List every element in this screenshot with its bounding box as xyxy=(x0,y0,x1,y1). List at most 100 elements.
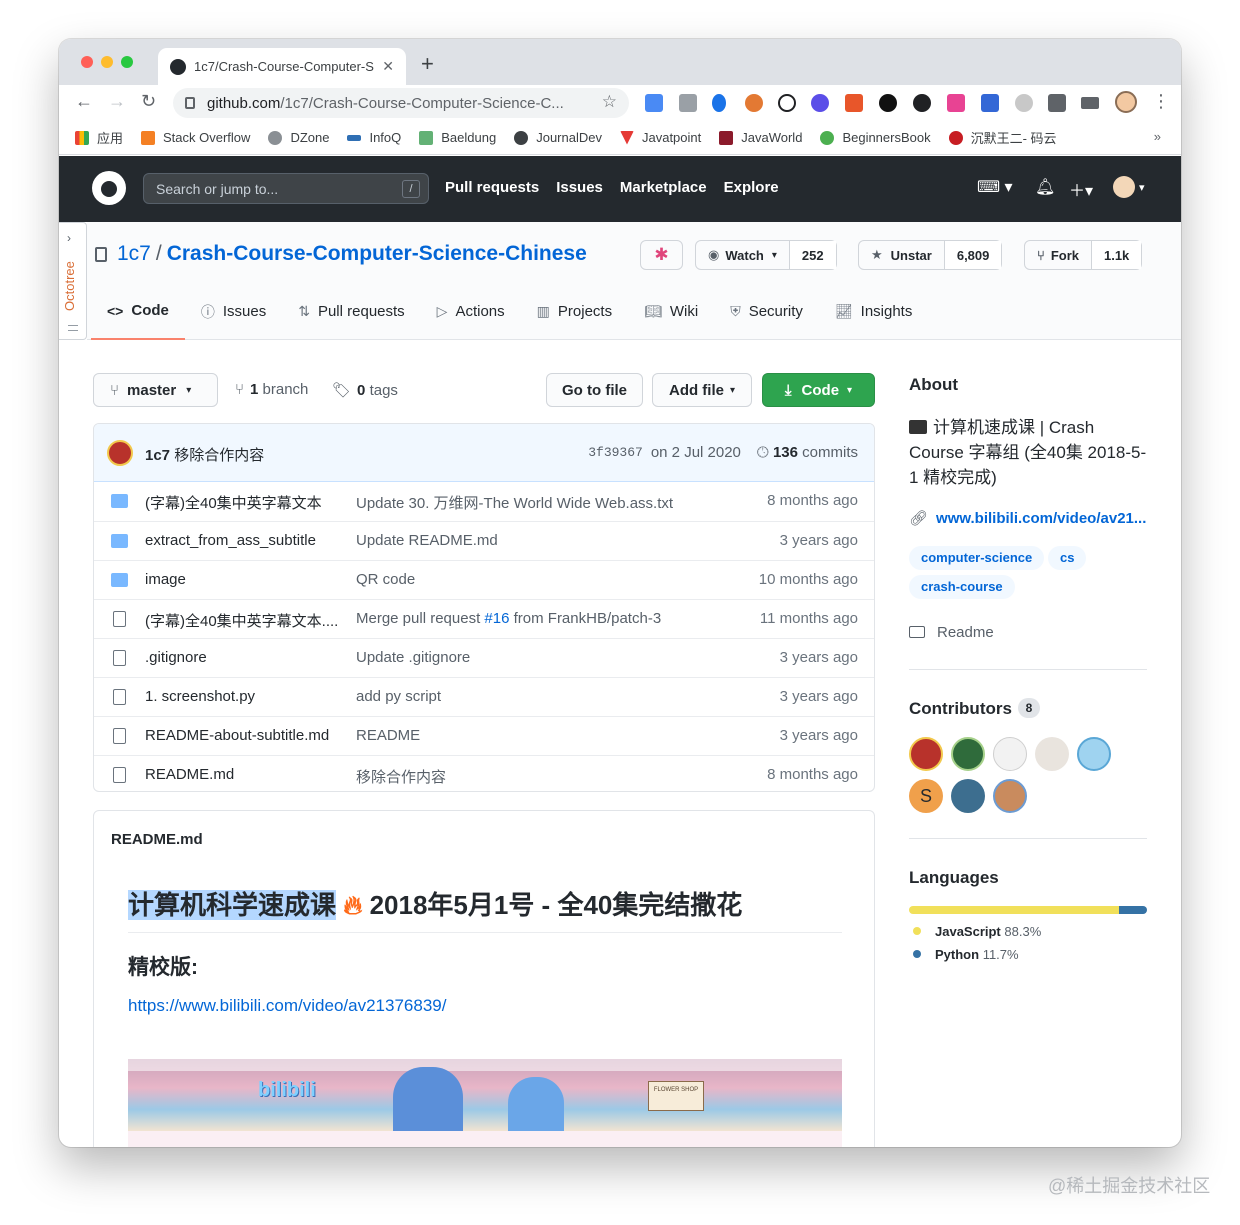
file-row[interactable]: README-about-subtitle.md README 3 years ag… xyxy=(94,716,874,755)
octotree-sidebar-toggle[interactable]: › Octotree xyxy=(59,222,87,340)
nav-marketplace[interactable]: Marketplace xyxy=(620,179,707,196)
bookmark-apps[interactable]: 应用 xyxy=(75,128,123,147)
tags-link[interactable]: 🏷︎ 0 tags xyxy=(332,381,398,399)
pull-request-link[interactable]: #16 xyxy=(484,610,509,627)
reload-icon[interactable]: ↻ xyxy=(141,91,156,112)
readme-banner-image[interactable]: bilibili FLOWER SHOP xyxy=(128,1059,842,1131)
file-name-link[interactable]: README-about-subtitle.md xyxy=(145,727,341,744)
repo-name-link[interactable]: Crash-Course-Computer-Science-Chinese xyxy=(167,242,587,266)
topic-tag[interactable]: cs xyxy=(1048,546,1087,570)
add-file-button[interactable]: Add file ▾ xyxy=(652,373,752,407)
close-window-button[interactable] xyxy=(81,56,93,68)
more-bookmarks-button[interactable]: » xyxy=(1154,129,1161,144)
contributor-avatar[interactable] xyxy=(993,737,1027,771)
play-extension-icon[interactable] xyxy=(879,94,897,112)
translate-extension-icon[interactable] xyxy=(645,94,663,112)
language-javascript[interactable]: JavaScript 88.3% xyxy=(913,924,1041,939)
tab-actions[interactable]: ▷ Actions xyxy=(421,298,521,340)
commit-sha[interactable]: 3f39367 xyxy=(588,445,643,460)
readme-bilibili-link[interactable]: https://www.bilibili.com/video/av2137683… xyxy=(128,996,446,1016)
code-download-button[interactable]: ⤓ Code ▾ xyxy=(762,373,875,407)
file-commit-message[interactable]: README xyxy=(356,727,420,744)
extension-icon[interactable] xyxy=(845,94,863,112)
browser-tab[interactable]: 1c7/Crash-Course-Computer-S ✕ xyxy=(158,48,406,85)
go-to-file-button[interactable]: Go to file xyxy=(546,373,643,407)
contributor-avatar[interactable] xyxy=(909,737,943,771)
bookmark-gitee[interactable]: 沉默王二- 码云 xyxy=(948,128,1057,147)
extension-icon[interactable] xyxy=(1015,94,1033,112)
user-avatar[interactable] xyxy=(1113,176,1135,198)
puzzle-extensions-icon[interactable] xyxy=(1048,94,1066,112)
bookmark-journaldev[interactable]: JournalDev xyxy=(514,130,602,145)
zoom-window-button[interactable] xyxy=(121,56,133,68)
file-row[interactable]: image QR code 10 months ago xyxy=(94,560,874,599)
contributor-avatar[interactable]: S xyxy=(909,779,943,813)
tab-wiki[interactable]: 📖︎ Wiki xyxy=(628,298,714,340)
branch-selector[interactable]: ⑂ master ▾ xyxy=(93,373,218,407)
reading-list-icon[interactable] xyxy=(1081,97,1099,109)
readme-sidebar-link[interactable]: Readme xyxy=(909,624,994,641)
github-logo-icon[interactable] xyxy=(92,171,126,205)
file-name-link[interactable]: (字幕)全40集中英字幕文本 xyxy=(145,492,341,513)
tab-projects[interactable]: ▥ Projects xyxy=(521,298,628,340)
topic-tag[interactable]: crash-course xyxy=(909,575,1015,599)
bookmark-beginnersbook[interactable]: BeginnersBook xyxy=(820,130,931,145)
file-row[interactable]: extract_from_ass_subtitle Update README.m… xyxy=(94,521,874,560)
ae-extension-icon[interactable] xyxy=(778,94,796,112)
bookmark-dzone[interactable]: DZone xyxy=(268,130,329,145)
branches-link[interactable]: ⑂ 1 branch xyxy=(235,381,308,398)
tab-insights[interactable]: 📈︎ Insights xyxy=(819,298,928,340)
user-menu-caret-icon[interactable]: ▾ xyxy=(1139,181,1145,194)
tab-code[interactable]: <> Code xyxy=(91,298,185,340)
new-tab-button[interactable]: + xyxy=(421,51,434,77)
tab-pull-requests[interactable]: ⇅ Pull requests xyxy=(282,298,420,340)
fork-count[interactable]: 1.1k xyxy=(1090,241,1142,269)
file-commit-message[interactable]: Update .gitignore xyxy=(356,649,470,666)
file-commit-message[interactable]: Update 30. 万维网-The World Wide Web.ass.tx… xyxy=(356,492,673,513)
file-row[interactable]: (字幕)全40集中英字幕文本.... Merge pull request #16… xyxy=(94,599,874,638)
extension-icon[interactable] xyxy=(981,94,999,112)
contributor-avatar[interactable] xyxy=(1035,737,1069,771)
contributor-avatar[interactable] xyxy=(1077,737,1111,771)
bookmark-javaworld[interactable]: JavaWorld xyxy=(719,130,802,145)
profile-avatar[interactable] xyxy=(1115,91,1137,113)
extension-icon[interactable] xyxy=(811,94,829,112)
fork-button[interactable]: ⑂ Fork xyxy=(1025,241,1091,269)
tab-issues[interactable]: ⓘ Issues xyxy=(185,298,282,340)
browser-menu-icon[interactable]: ⋮ xyxy=(1152,91,1170,112)
language-python[interactable]: Python 11.7% xyxy=(913,947,1019,962)
file-name-link[interactable]: README.md xyxy=(145,766,341,783)
topic-tag[interactable]: computer-science xyxy=(909,546,1045,570)
file-commit-message[interactable]: 移除合作内容 xyxy=(356,766,446,787)
homepage-link[interactable]: 🔗︎ www.bilibili.com/video/av21... xyxy=(909,509,1149,527)
drag-handle-icon[interactable] xyxy=(68,325,78,331)
bookmark-baeldung[interactable]: Baeldung xyxy=(419,130,496,145)
file-commit-message[interactable]: Update README.md xyxy=(356,532,498,549)
search-input[interactable]: Search or jump to... / xyxy=(143,173,429,204)
command-palette-icon[interactable]: ⌨ ▾ xyxy=(977,177,1013,197)
extension-icon[interactable] xyxy=(679,94,697,112)
contributors-heading[interactable]: Contributors 8 xyxy=(909,698,1040,719)
file-name-link[interactable]: extract_from_ass_subtitle xyxy=(145,532,341,549)
sponsor-sparkle-button[interactable]: ✱ xyxy=(640,240,683,270)
unstar-button[interactable]: ★ Unstar xyxy=(859,241,944,269)
bookmark-javatpoint[interactable]: Javatpoint xyxy=(619,130,701,145)
back-icon[interactable]: ← xyxy=(75,91,93,112)
file-commit-message[interactable]: Merge pull request #16 from FrankHB/patc… xyxy=(356,610,661,627)
address-bar[interactable]: github.com/1c7/Crash-Course-Computer-Sci… xyxy=(173,88,629,118)
nav-pull-requests[interactable]: Pull requests xyxy=(445,179,539,196)
file-name-link[interactable]: 1. screenshot.py xyxy=(145,688,341,705)
nav-issues[interactable]: Issues xyxy=(556,179,603,196)
contributor-avatar[interactable] xyxy=(993,779,1027,813)
bookmark-infoq[interactable]: InfoQ xyxy=(347,130,401,145)
close-tab-icon[interactable]: ✕ xyxy=(382,58,394,75)
vue-extension-icon[interactable] xyxy=(712,94,726,112)
watch-count[interactable]: 252 xyxy=(788,241,836,269)
repo-owner-link[interactable]: 1c7 xyxy=(117,242,151,266)
file-name-link[interactable]: image xyxy=(145,571,341,588)
forward-icon[interactable]: → xyxy=(108,91,126,112)
file-commit-message[interactable]: add py script xyxy=(356,688,441,705)
contributor-avatar[interactable] xyxy=(951,737,985,771)
create-new-icon[interactable]: ＋▾ xyxy=(1069,177,1093,201)
contributor-avatar[interactable] xyxy=(951,779,985,813)
